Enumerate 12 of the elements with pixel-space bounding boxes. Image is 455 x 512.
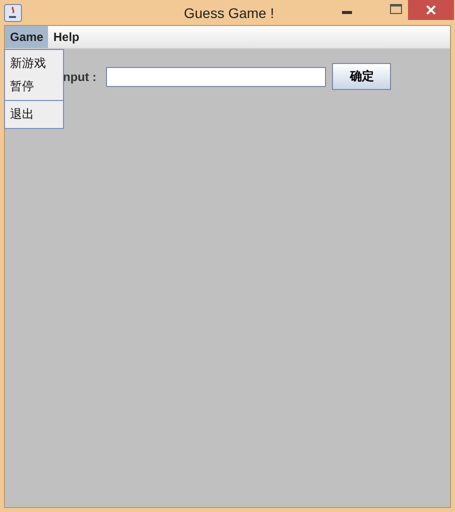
input-field[interactable] xyxy=(106,66,326,86)
confirm-button[interactable]: 确定 xyxy=(332,63,392,90)
close-button[interactable] xyxy=(408,0,454,20)
menu-item[interactable]: Game xyxy=(5,26,48,48)
close-icon xyxy=(426,5,436,15)
menu-item[interactable]: 暂停 xyxy=(5,75,63,98)
window-title: Guess Game ! xyxy=(182,4,276,20)
menu-item[interactable]: 新游戏 xyxy=(5,52,63,75)
input-label: nput : xyxy=(63,70,96,84)
maximize-icon[interactable] xyxy=(390,4,402,14)
menu-item[interactable]: 退出 xyxy=(5,103,63,126)
menu-item[interactable]: Help xyxy=(48,26,84,48)
